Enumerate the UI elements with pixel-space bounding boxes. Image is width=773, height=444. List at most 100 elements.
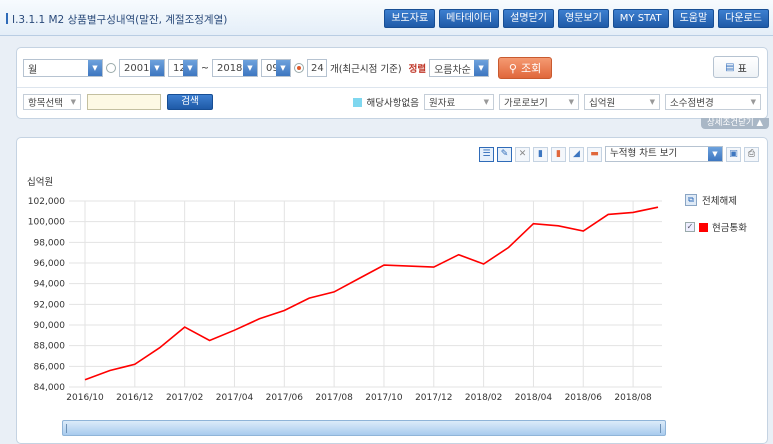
series-line <box>84 206 659 381</box>
chevron-down-icon: ▼ <box>183 60 197 76</box>
source-select[interactable]: 원자료 ▼ <box>424 94 494 110</box>
x-tick-label: 2016/12 <box>116 393 153 403</box>
y-tick-label: 90,000 <box>34 321 66 331</box>
na-legend-swatch <box>352 97 362 107</box>
x-tick-label: 2018/02 <box>465 393 502 403</box>
end-month-select[interactable]: 09 ▼ <box>260 59 291 77</box>
decimal-value: 소수점변경 <box>670 98 714 109</box>
chevron-down-icon: ▼ <box>649 98 655 106</box>
chart-toolbar: ☰ ✎ ✕ ▮ ▮ ◢ ▬ 누적형 차트 보기 ▼ ▣ ⎙ <box>479 146 759 162</box>
x-tick-label: 2017/08 <box>315 393 353 403</box>
chevron-down-icon: ▼ <box>708 147 722 161</box>
query-button-label: 조회 <box>520 62 542 75</box>
start-year-value: 2001 <box>124 62 150 74</box>
range-radio[interactable] <box>106 63 116 73</box>
line-chart-icon[interactable]: ✎ <box>497 146 512 162</box>
chevron-down-icon: ▼ <box>568 98 574 106</box>
y-tick-label: 98,000 <box>34 238 66 248</box>
save-icon[interactable]: ▣ <box>726 146 741 162</box>
y-tick-label: 100,000 <box>28 218 65 228</box>
x-tick-label: 2017/06 <box>266 393 304 403</box>
sort-select[interactable]: 오름차순 ▼ <box>429 59 490 77</box>
scatter-chart-icon[interactable]: ✕ <box>515 146 530 162</box>
unit-select[interactable]: 십억원 ▼ <box>584 94 660 110</box>
press-release-button[interactable]: 보도자료 <box>384 9 436 28</box>
legend: ⧉ 전체해제 ✓ 현금통화 <box>685 193 763 234</box>
chevron-down-icon: ▼ <box>70 98 76 106</box>
magnifier-icon: ⚲ <box>508 61 517 75</box>
item-select[interactable]: 항목선택 ▼ <box>23 94 81 110</box>
recent-label: 개(최근시점 기준) <box>329 64 402 75</box>
print-icon[interactable]: ⎙ <box>744 146 759 162</box>
bar-chart-icon[interactable]: ▮ <box>533 146 548 162</box>
y-tick-label: 84,000 <box>34 383 66 393</box>
chart-panel: ☰ ✎ ✕ ▮ ▮ ◢ ▬ 누적형 차트 보기 ▼ ▣ ⎙ 십억원 102,000… <box>16 137 768 444</box>
recent-count-input[interactable]: 24 <box>306 59 327 77</box>
chart-range-scrollbar[interactable] <box>62 420 666 436</box>
filter-panel: 월 ▼ 2001 ▼ 12 ▼ ~ 2018 ▼ 09 ▼ 24 개(최근시점 기준) 정… <box>16 47 768 119</box>
view-option-row: 해당사항없음 원자료 ▼ 가로로보기 ▼ 십억원 ▼ 소수점변경 ▼ <box>352 93 761 111</box>
x-tick-label: 2018/04 <box>515 393 553 403</box>
title-bar: I.3.1.1 M2 상품별구성내역(말잔, 계절조정계열) 보도자료 메타데이… <box>0 0 773 36</box>
cycle-value: 월 <box>28 64 38 76</box>
close-description-button[interactable]: 설명닫기 <box>503 9 554 28</box>
horizontal-bar-icon[interactable]: ▬ <box>587 146 602 162</box>
legend-item[interactable]: ✓ 현금통화 <box>685 220 763 234</box>
item-search-input[interactable] <box>87 94 161 110</box>
x-tick-label: 2017/02 <box>166 393 203 403</box>
chevron-down-icon: ▼ <box>483 98 489 106</box>
help-button[interactable]: 도움말 <box>672 9 715 28</box>
scroll-handle-right[interactable] <box>660 424 662 433</box>
y-tick-label: 96,000 <box>34 259 66 269</box>
recent-radio[interactable] <box>293 63 304 73</box>
x-tick-label: 2016/10 <box>66 393 104 403</box>
chevron-down-icon: ▼ <box>88 60 102 76</box>
x-tick-label: 2018/08 <box>614 393 652 403</box>
area-chart-icon[interactable]: ◢ <box>569 146 584 162</box>
y-tick-label: 86,000 <box>34 362 66 372</box>
table-button-label: 표 <box>737 63 747 75</box>
chevron-down-icon: ▼ <box>150 60 164 76</box>
view-direction-select[interactable]: 가로로보기 ▼ <box>499 94 579 110</box>
item-filter-row: 항목선택 ▼ 검색 <box>23 93 213 111</box>
chart-type-value: 누적형 차트 보기 <box>610 148 678 159</box>
table-icon: ▤ <box>725 61 735 73</box>
item-search-button[interactable]: 검색 <box>167 94 213 110</box>
item-select-value: 항목선택 <box>28 98 63 109</box>
stacked-bar-icon[interactable]: ▮ <box>551 146 566 162</box>
title-marker <box>6 13 8 24</box>
top-button-group: 보도자료 메타데이터 설명닫기 영문보기 MY STAT 도움말 다운로드 <box>384 9 769 28</box>
grid-view-icon[interactable]: ☰ <box>479 146 494 162</box>
checkbox[interactable]: ✓ <box>685 222 695 232</box>
end-year-select[interactable]: 2018 ▼ <box>211 59 258 77</box>
legend-series-name: 현금통화 <box>712 223 747 234</box>
decimal-select[interactable]: 소수점변경 ▼ <box>665 94 761 110</box>
recent-count-value: 24 <box>310 62 324 74</box>
english-view-button[interactable]: 영문보기 <box>557 9 609 28</box>
page-title: I.3.1.1 M2 상품별구성내역(말잔, 계절조정계열) <box>6 12 227 27</box>
end-year-value: 2018 <box>216 62 243 74</box>
start-month-select[interactable]: 12 ▼ <box>168 59 198 77</box>
y-tick-label: 92,000 <box>34 300 66 310</box>
metadata-button[interactable]: 메타데이터 <box>439 9 500 28</box>
na-label: 해당사항없음 <box>366 98 419 109</box>
detail-condition-toggle[interactable]: 상세조건닫기 ▲ <box>700 118 769 129</box>
range-tilde: ~ <box>201 62 209 74</box>
chevron-down-icon: ▼ <box>750 98 756 106</box>
download-button[interactable]: 다운로드 <box>718 9 769 28</box>
scroll-handle-left[interactable] <box>66 424 68 433</box>
release-all-button[interactable]: ⧉ 전체해제 <box>685 193 763 207</box>
chevron-down-icon: ▼ <box>275 60 290 76</box>
table-view-button[interactable]: ▤ 표 <box>713 56 759 78</box>
start-year-select[interactable]: 2001 ▼ <box>119 59 165 77</box>
copy-icon: ⧉ <box>685 194 697 206</box>
release-all-label: 전체해제 <box>702 196 737 207</box>
query-button[interactable]: ⚲ 조회 <box>498 57 553 79</box>
panel-divider <box>17 87 767 88</box>
y-tick-label: 88,000 <box>34 342 66 352</box>
my-stat-button[interactable]: MY STAT <box>612 9 669 28</box>
chart-type-select[interactable]: 누적형 차트 보기 ▼ <box>605 146 723 162</box>
x-tick-label: 2017/12 <box>415 393 452 403</box>
x-tick-label: 2017/04 <box>216 393 254 403</box>
cycle-select[interactable]: 월 ▼ <box>23 59 103 77</box>
